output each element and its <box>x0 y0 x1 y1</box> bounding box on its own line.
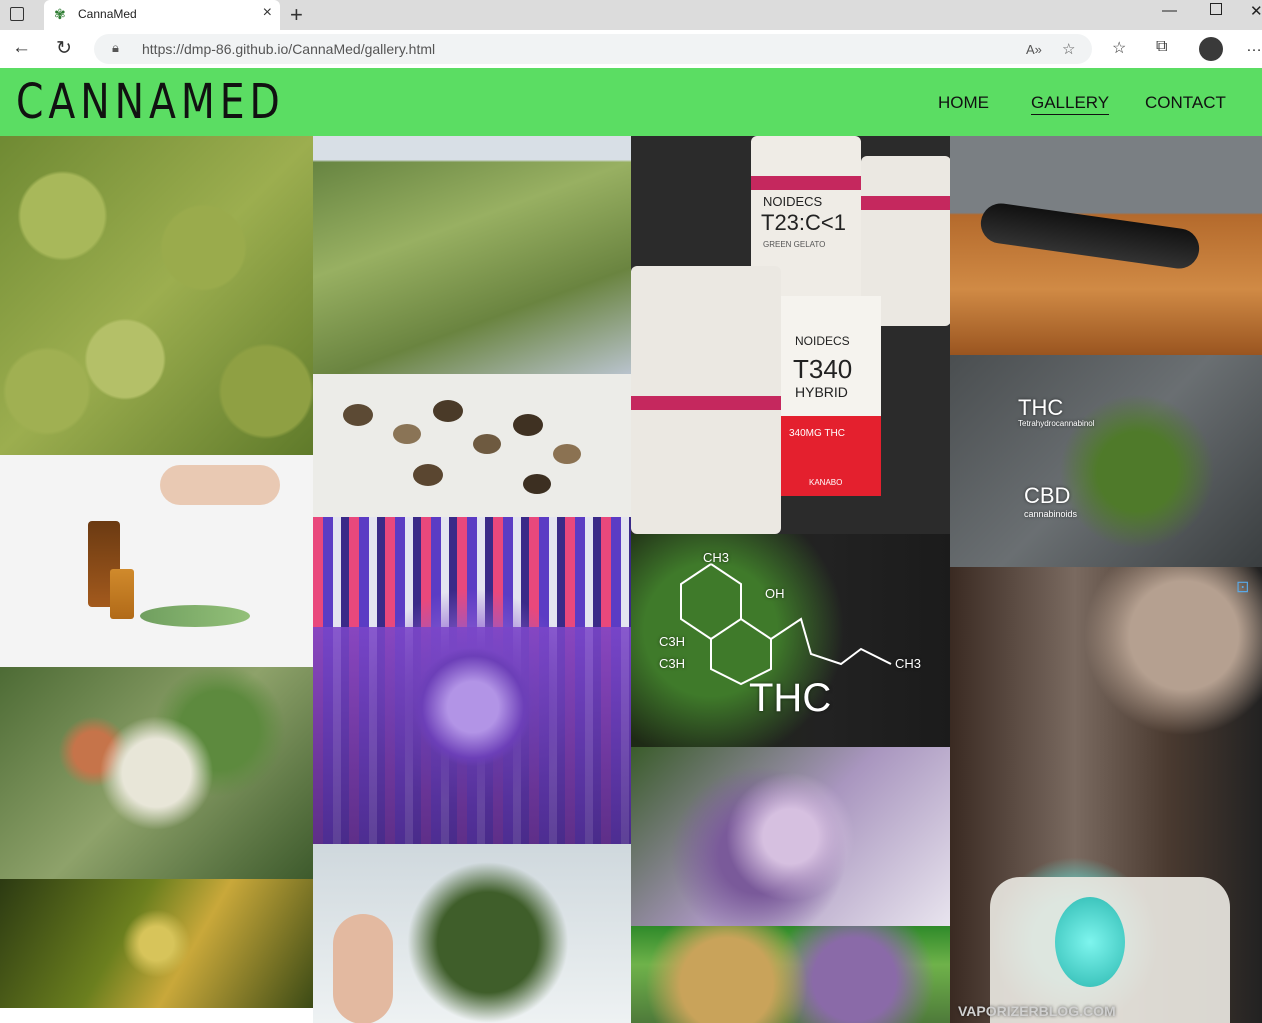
visual-search-icon[interactable]: ⊡ <box>1236 577 1249 597</box>
collections-icon[interactable]: ⧉ <box>1156 38 1167 56</box>
nav-gallery[interactable]: GALLERY <box>1031 93 1110 115</box>
gallery-image-dropper-bottles[interactable] <box>0 455 313 667</box>
gallery-image-seeds[interactable] <box>313 374 631 517</box>
chem-cbd-subtitle: cannabinoids <box>1024 509 1078 519</box>
jar-brand-text: NOIDECS <box>763 194 823 209</box>
favorites-icon[interactable]: ☆ <box>1112 38 1126 58</box>
more-icon[interactable]: … <box>1246 38 1262 56</box>
lock-icon[interactable]: 🔒︎ <box>112 40 119 56</box>
jar-code-text: T23:C<1 <box>761 210 846 235</box>
site-logo[interactable]: CANNAMED <box>16 74 285 130</box>
read-aloud-icon[interactable]: A» <box>1026 42 1042 57</box>
box-maker-text: KANABO <box>809 478 843 487</box>
address-bar-row: ← ↻ 🔒︎ https://dmp-86.github.io/CannaMed… <box>0 30 1262 69</box>
gallery-image-product-jars[interactable]: NOIDECS T23:C<1 GREEN GELATO NOIDECS T34… <box>631 136 950 534</box>
gallery-image-purple-bud[interactable] <box>631 747 950 926</box>
box-dose-text: 340MG THC <box>789 428 845 439</box>
favorite-add-icon[interactable]: ☆ <box>1062 40 1075 58</box>
box-code-text: T340 <box>793 354 853 384</box>
thc-oh-label: OH <box>765 586 785 601</box>
gallery-image-leaf-sunlight[interactable] <box>0 879 313 1008</box>
close-window-icon[interactable]: ✕ <box>1250 2 1262 20</box>
profile-avatar[interactable] <box>1199 37 1223 61</box>
browser-tab[interactable]: ✾ CannaMed × <box>44 0 280 30</box>
watermark-text: VAPORIZERBLOG.COM <box>958 1003 1116 1019</box>
refresh-icon[interactable]: ↻ <box>56 37 72 60</box>
nav-home[interactable]: HOME <box>938 93 989 113</box>
nav-contact[interactable]: CONTACT <box>1145 93 1226 113</box>
chem-cbd-title: CBD <box>1024 483 1071 508</box>
gallery-image-colorful-buds[interactable] <box>631 926 950 1023</box>
site-header: CANNAMED HOME GALLERY CONTACT <box>0 68 1262 136</box>
thc-big-label: THC <box>749 676 832 720</box>
box-brand-text: NOIDECS <box>795 334 850 348</box>
close-icon[interactable]: × <box>263 4 272 22</box>
url-text[interactable]: https://dmp-86.github.io/CannaMed/galler… <box>142 41 435 57</box>
cannabis-leaf-icon: ✾ <box>54 6 66 22</box>
tab-title: CannaMed <box>78 7 137 21</box>
thc-ch3-right-label: CH3 <box>895 656 922 671</box>
gallery-image-hand-bud[interactable] <box>313 844 631 1023</box>
thc-c3h-label-1: C3H <box>659 634 686 649</box>
box-type-text: HYBRID <box>795 384 848 400</box>
minimize-icon[interactable]: — <box>1162 2 1177 19</box>
gallery-image-bud-closeup[interactable] <box>0 667 313 879</box>
gallery-image-thc-molecule[interactable]: CH3 OH C3H C3H CH3 THC <box>631 534 950 747</box>
browser-tab-bar: ✾ CannaMed × + — ✕ <box>0 0 1262 30</box>
chem-thc-subtitle: Tetrahydrocannabinol <box>1018 419 1095 428</box>
gallery-image-grow-lights[interactable] <box>313 517 631 844</box>
thc-ch3-top-label: CH3 <box>703 550 730 565</box>
maximize-icon[interactable] <box>1210 3 1222 15</box>
jar-flavor-text: GREEN GELATO <box>763 240 826 249</box>
address-bar[interactable]: 🔒︎ https://dmp-86.github.io/CannaMed/gal… <box>94 34 1092 64</box>
thc-c3h-label-2: C3H <box>659 656 686 671</box>
gallery-image-grow-facility[interactable] <box>313 136 631 374</box>
chem-thc-title: THC <box>1018 395 1064 420</box>
back-icon[interactable]: ← <box>12 37 31 59</box>
tab-actions-icon[interactable] <box>10 7 24 21</box>
gallery-image-buds-pile[interactable] <box>0 136 313 455</box>
gallery-image-oil-syringe[interactable] <box>950 136 1262 355</box>
new-tab-icon[interactable]: + <box>290 2 303 28</box>
gallery-image-thc-cbd-chart[interactable]: THC Tetrahydrocannabinol CBD cannabinoid… <box>950 355 1262 567</box>
gallery-image-vaporizer-man[interactable]: VAPORIZERBLOG.COM ⊡ <box>950 567 1262 1023</box>
